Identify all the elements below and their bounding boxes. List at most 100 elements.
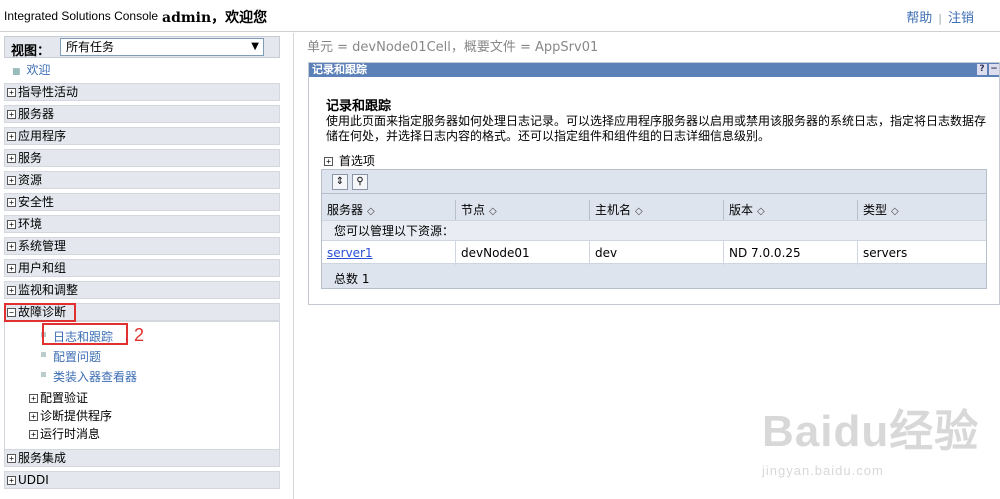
expand-icon: + bbox=[29, 394, 38, 403]
bullet-icon bbox=[41, 372, 46, 377]
console-title: Integrated Solutions Console bbox=[4, 9, 159, 23]
expand-icon: + bbox=[7, 476, 16, 485]
expand-icon: + bbox=[7, 264, 16, 273]
nav-item-servers[interactable]: + 服务器 bbox=[4, 105, 280, 123]
column-header-version[interactable]: 版本 ◇ bbox=[724, 200, 858, 220]
nav-subitem-classloader-viewer[interactable]: 类装入器查看器 bbox=[41, 368, 137, 385]
annotation-box-logs-trace bbox=[42, 323, 128, 345]
column-header-server[interactable]: 服务器 ◇ bbox=[322, 200, 456, 220]
expand-icon: + bbox=[7, 198, 16, 207]
nav-welcome-label: 欢迎 bbox=[26, 63, 51, 77]
navigation-panel: 视图： 所有任务 ▼ ■ 欢迎 + 指导性活动 + 服务器 + 应用程序 + 服务 + 资源… bbox=[0, 33, 294, 499]
sort-icon: ◇ bbox=[489, 206, 497, 217]
nav-item-users-groups[interactable]: + 用户和组 bbox=[4, 259, 280, 277]
expand-icon: + bbox=[7, 220, 16, 229]
section-title: 记录和跟踪 bbox=[326, 99, 392, 114]
sort-icon: ◇ bbox=[891, 206, 899, 217]
expand-icon: + bbox=[324, 157, 333, 166]
nav-item-guided-activities[interactable]: + 指导性活动 bbox=[4, 83, 280, 101]
nav-welcome-link[interactable]: ■ 欢迎 bbox=[12, 61, 51, 78]
table-total: 总数 1 bbox=[334, 270, 369, 287]
nav-subitem-config-problems[interactable]: 配置问题 bbox=[41, 348, 101, 365]
separator: | bbox=[938, 12, 942, 25]
nav-item-uddi[interactable]: + UDDI bbox=[4, 471, 280, 489]
sort-icon: ◇ bbox=[635, 206, 643, 217]
server1-link[interactable]: server1 bbox=[327, 246, 373, 260]
expand-icon: + bbox=[29, 412, 38, 421]
top-bar: Integrated Solutions Console admin，欢迎您 帮… bbox=[0, 0, 1000, 32]
help-link[interactable]: 帮助 bbox=[906, 11, 932, 26]
nav-item-label: 服务器 bbox=[18, 107, 55, 121]
cell-hostname: dev bbox=[590, 241, 724, 265]
nav-item-label: 服务 bbox=[18, 151, 43, 165]
table-toolbar: ⇕ ⚲ bbox=[322, 170, 986, 194]
filter-icon[interactable]: ⚲ bbox=[352, 174, 368, 190]
nav-item-label: 资源 bbox=[18, 173, 43, 187]
expand-icon: + bbox=[7, 286, 16, 295]
column-header-node[interactable]: 节点 ◇ bbox=[456, 200, 590, 220]
dropdown-arrow-icon: ▼ bbox=[251, 41, 259, 52]
expand-icon: + bbox=[7, 154, 16, 163]
preferences-label: 首选项 bbox=[338, 154, 375, 168]
expand-icon: + bbox=[7, 176, 16, 185]
baidu-watermark: Baidu经验 jingyan.baidu.com bbox=[762, 395, 979, 478]
column-header-label: 主机名 bbox=[595, 203, 632, 217]
cell-version: ND 7.0.0.25 bbox=[724, 241, 858, 265]
table-note: 您可以管理以下资源： bbox=[322, 220, 986, 240]
view-label: 视图： bbox=[11, 44, 51, 59]
minimize-icon[interactable]: − bbox=[989, 64, 999, 75]
expand-icon: + bbox=[7, 454, 16, 463]
cell-type: servers bbox=[863, 246, 908, 260]
bullet-icon: ■ bbox=[12, 67, 21, 77]
nav-item-label: 应用程序 bbox=[18, 129, 67, 143]
annotation-number-2: 2 bbox=[134, 325, 145, 345]
nav-item-service-integration[interactable]: + 服务集成 bbox=[4, 449, 280, 467]
cell-server: server1 bbox=[322, 241, 456, 265]
total-label: 总数 bbox=[334, 272, 359, 286]
nav-group-config-validation[interactable]: + 配置验证 bbox=[29, 389, 88, 406]
column-header-label: 服务器 bbox=[327, 203, 364, 217]
page-description: 使用此页面来指定服务器如何处理日志记录。可以选择应用程序服务器以启用或禁用该服务… bbox=[326, 114, 987, 143]
expand-icon: + bbox=[7, 88, 16, 97]
column-header-label: 类型 bbox=[863, 203, 888, 217]
logout-link[interactable]: 注销 bbox=[948, 11, 974, 26]
expand-icon: + bbox=[7, 110, 16, 119]
nav-item-security[interactable]: + 安全性 bbox=[4, 193, 280, 211]
welcome-message: admin，欢迎您 bbox=[162, 10, 268, 26]
column-header-hostname[interactable]: 主机名 ◇ bbox=[590, 200, 724, 220]
nav-item-label: 环境 bbox=[18, 217, 43, 231]
watermark-main: Baidu经验 bbox=[762, 407, 980, 456]
watermark-url: jingyan.baidu.com bbox=[762, 463, 884, 478]
nav-group-label: 运行时消息 bbox=[40, 427, 101, 441]
nav-item-label: UDDI bbox=[18, 473, 49, 487]
nav-item-resources[interactable]: + 资源 bbox=[4, 171, 280, 189]
nav-item-environment[interactable]: + 环境 bbox=[4, 215, 280, 233]
nav-item-label: 系统管理 bbox=[18, 239, 67, 253]
breadcrumb: 单元 = devNode01Cell，概要文件 = AppSrv01 bbox=[307, 40, 599, 55]
column-header-type[interactable]: 类型 ◇ bbox=[858, 200, 986, 220]
panel-title: 记录和跟踪 bbox=[312, 63, 367, 76]
nav-item-label: 安全性 bbox=[18, 195, 55, 209]
preferences-toggle[interactable]: + 首选项 bbox=[324, 152, 375, 169]
nav-item-label: 用户和组 bbox=[18, 261, 67, 275]
top-links: 帮助 | 注销 bbox=[906, 7, 974, 26]
column-header-label: 节点 bbox=[461, 203, 486, 217]
nav-item-label: 服务集成 bbox=[18, 451, 67, 465]
nav-item-services[interactable]: + 服务 bbox=[4, 149, 280, 167]
table-header: 服务器 ◇ 节点 ◇ 主机名 ◇ 版本 ◇ 类型 ◇ bbox=[322, 200, 986, 220]
total-value: 1 bbox=[361, 272, 370, 286]
sort-icon: ◇ bbox=[367, 206, 375, 217]
nav-group-label: 配置验证 bbox=[40, 391, 89, 405]
nav-item-system-admin[interactable]: + 系统管理 bbox=[4, 237, 280, 255]
logging-tracing-panel: 记录和跟踪 ? − 记录和跟踪 使用此页面来指定服务器如何处理日志记录。可以选择… bbox=[308, 62, 1000, 305]
annotation-box-troubleshooting bbox=[4, 303, 76, 322]
nav-item-monitoring[interactable]: + 监视和调整 bbox=[4, 281, 280, 299]
nav-item-applications[interactable]: + 应用程序 bbox=[4, 127, 280, 145]
help-icon[interactable]: ? bbox=[977, 64, 987, 75]
nav-group-runtime-messages[interactable]: + 运行时消息 bbox=[29, 425, 100, 442]
view-select-value: 所有任务 bbox=[66, 40, 115, 54]
select-all-icon[interactable]: ⇕ bbox=[332, 174, 348, 190]
view-select[interactable]: 所有任务 ▼ bbox=[60, 38, 264, 56]
nav-group-diagnostic-providers[interactable]: + 诊断提供程序 bbox=[29, 407, 112, 424]
table-row: server1 devNode01 dev ND 7.0.0.25 server… bbox=[322, 240, 986, 265]
